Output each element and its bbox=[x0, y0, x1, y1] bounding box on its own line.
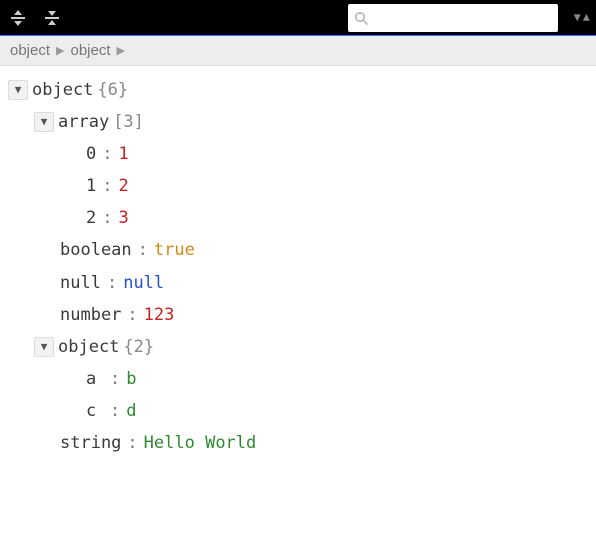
tree-leaf[interactable]: 2 : 3 bbox=[4, 202, 592, 234]
node-key: number bbox=[60, 304, 121, 326]
node-key: c bbox=[86, 400, 104, 422]
node-key: boolean bbox=[60, 239, 132, 261]
tree-leaf[interactable]: string : Hello World bbox=[4, 427, 592, 459]
disclosure-triangle-icon[interactable]: ▼ bbox=[8, 80, 28, 100]
node-value: 123 bbox=[144, 304, 175, 326]
colon: : bbox=[96, 207, 118, 229]
node-key: null bbox=[60, 272, 101, 294]
node-value: b bbox=[126, 368, 136, 390]
colon: : bbox=[121, 304, 143, 326]
colon: : bbox=[96, 175, 118, 197]
node-key: 1 bbox=[86, 175, 96, 197]
node-key: a bbox=[86, 368, 104, 390]
json-tree: ▼ object {6} ▼ array [3] 0 : 1 1 : 2 2 :… bbox=[0, 66, 596, 467]
colon: : bbox=[121, 432, 143, 454]
search-icon bbox=[354, 11, 368, 25]
node-value: 1 bbox=[119, 143, 129, 165]
search-input[interactable] bbox=[368, 4, 552, 32]
node-key: object bbox=[58, 336, 119, 358]
tree-node-object[interactable]: ▼ object {2} bbox=[4, 331, 592, 363]
tree-leaf[interactable]: 1 : 2 bbox=[4, 170, 592, 202]
search-prev-icon[interactable]: ▲ bbox=[583, 13, 590, 23]
colon: : bbox=[101, 272, 123, 294]
tree-node-root[interactable]: ▼ object {6} bbox=[4, 74, 592, 106]
breadcrumb-item[interactable]: object bbox=[10, 42, 50, 59]
colon: : bbox=[104, 368, 126, 390]
tree-leaf[interactable]: null : null bbox=[4, 267, 592, 299]
node-count: {6} bbox=[97, 79, 128, 101]
search-box bbox=[348, 4, 558, 32]
node-value: 2 bbox=[119, 175, 129, 197]
node-value: true bbox=[154, 239, 195, 261]
chevron-right-icon: ▶ bbox=[117, 44, 125, 57]
colon: : bbox=[96, 143, 118, 165]
node-key: 2 bbox=[86, 207, 96, 229]
collapse-all-icon[interactable] bbox=[40, 6, 64, 30]
node-key: object bbox=[32, 79, 93, 101]
colon: : bbox=[132, 239, 154, 261]
node-value: 3 bbox=[119, 207, 129, 229]
tree-node-array[interactable]: ▼ array [3] bbox=[4, 106, 592, 138]
tree-leaf[interactable]: boolean : true bbox=[4, 234, 592, 266]
search-nav: ▼ ▲ bbox=[574, 13, 590, 23]
node-value: null bbox=[123, 272, 164, 294]
search-next-icon[interactable]: ▼ bbox=[574, 13, 581, 23]
tree-leaf[interactable]: number : 123 bbox=[4, 299, 592, 331]
chevron-right-icon: ▶ bbox=[56, 44, 64, 57]
breadcrumb: object ▶ object ▶ bbox=[0, 36, 596, 66]
toolbar: ▼ ▲ bbox=[0, 0, 596, 36]
disclosure-triangle-icon[interactable]: ▼ bbox=[34, 112, 54, 132]
tree-leaf[interactable]: a : b bbox=[4, 363, 592, 395]
node-count: [3] bbox=[113, 111, 144, 133]
node-value: Hello World bbox=[144, 432, 257, 454]
node-key: 0 bbox=[86, 143, 96, 165]
node-key: string bbox=[60, 432, 121, 454]
tree-leaf[interactable]: 0 : 1 bbox=[4, 138, 592, 170]
tree-leaf[interactable]: c : d bbox=[4, 395, 592, 427]
node-count: {2} bbox=[123, 336, 154, 358]
disclosure-triangle-icon[interactable]: ▼ bbox=[34, 337, 54, 357]
expand-all-icon[interactable] bbox=[6, 6, 30, 30]
colon: : bbox=[104, 400, 126, 422]
breadcrumb-item[interactable]: object bbox=[71, 42, 111, 59]
node-value: d bbox=[126, 400, 136, 422]
node-key: array bbox=[58, 111, 109, 133]
